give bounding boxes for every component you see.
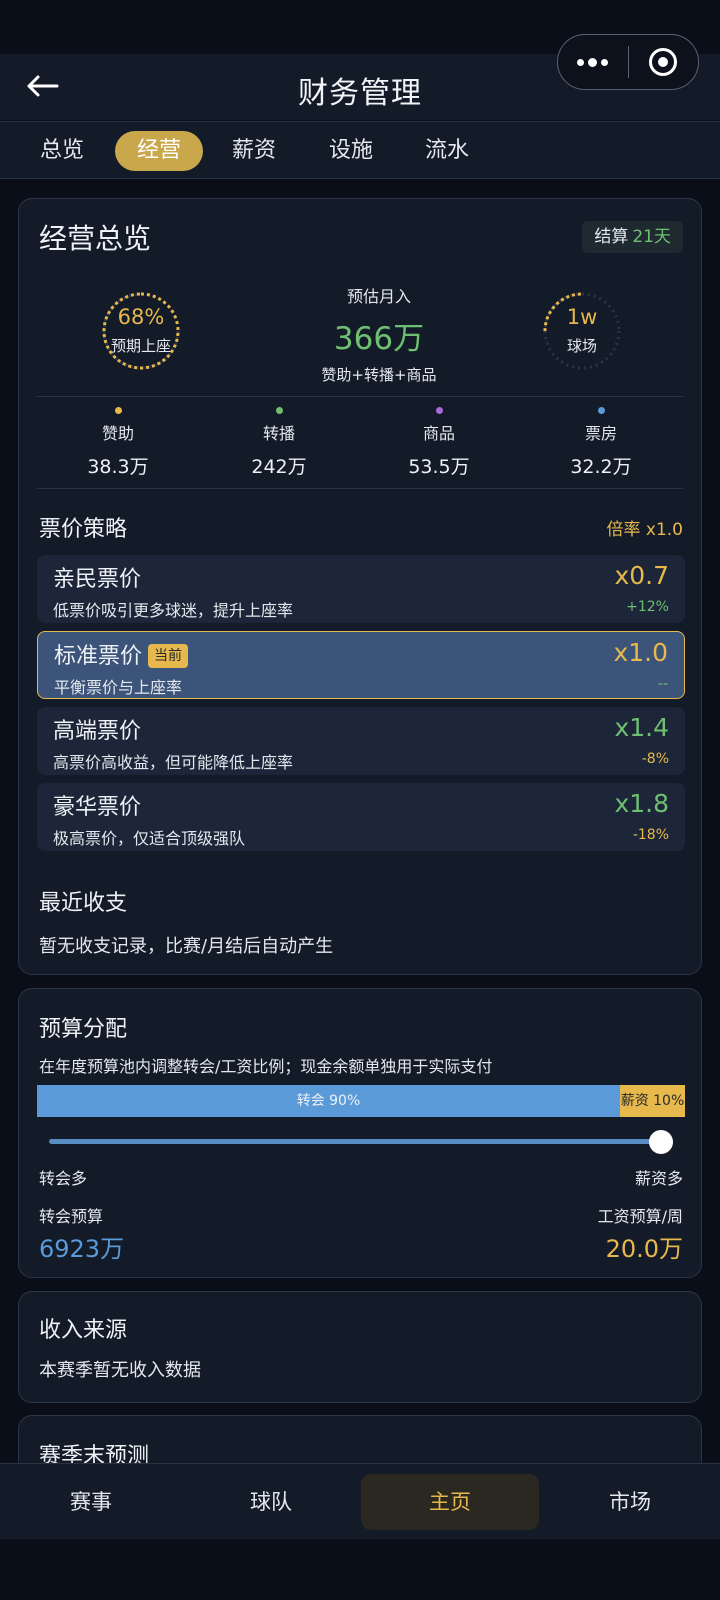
option-desc: 极高票价，仅适合顶级强队 (53, 829, 246, 848)
income-label: 预估月入 (346, 287, 411, 306)
target-icon (649, 48, 678, 76)
source-name: 赞助 (101, 424, 134, 443)
option-multiplier: x1.4 (614, 713, 669, 742)
tab-cashflow[interactable]: 流水 (425, 131, 469, 171)
source-value: 242万 (251, 456, 307, 478)
tab-facilities[interactable]: 设施 (329, 131, 373, 171)
option-desc: 低票价吸引更多球迷，提升上座率 (53, 601, 294, 620)
attendance-label: 预期上座 (110, 337, 171, 355)
slider-thumb[interactable] (649, 1130, 673, 1154)
bottom-nav: 赛事 球队 主页 市场 (0, 1463, 720, 1539)
salary-bar: 薪资 10% (620, 1085, 685, 1117)
more-dot (588, 57, 598, 67)
transfer-budget-value: 6923万 (39, 1235, 125, 1263)
nav-home[interactable]: 主页 (361, 1474, 539, 1530)
miniprogram-capsule (557, 34, 699, 90)
nav-team[interactable]: 球队 (182, 1474, 360, 1530)
budget-slider[interactable] (49, 1130, 673, 1154)
divider (37, 488, 683, 489)
settle-label: 结算 (594, 227, 629, 247)
ticket-option-standard[interactable]: 标准票价 当前 平衡票价与上座率 x1.0 -- (37, 631, 685, 699)
option-multiplier: x0.7 (614, 561, 669, 590)
transfer-bar: 转会 90% (37, 1085, 620, 1117)
source-name: 转播 (262, 424, 295, 443)
multiplier-label: 倍率 x1.0 (606, 520, 684, 540)
attendance-value: 68% (117, 305, 165, 329)
slider-left-label: 转会多 (39, 1169, 88, 1188)
home-indicator (0, 1539, 720, 1600)
income-sources-empty: 本赛季暂无收入数据 (39, 1360, 201, 1381)
slider-right-label: 薪资多 (634, 1169, 683, 1188)
option-delta: -8% (641, 751, 669, 767)
sponsor-dot-icon (114, 407, 122, 414)
option-delta: -18% (632, 827, 669, 843)
source-value: 38.3万 (87, 456, 149, 478)
stadium-gauge: 1w 球场 (540, 289, 624, 373)
income-value: 366万 (333, 321, 425, 357)
salary-budget-label: 工资预算/周 (597, 1207, 683, 1226)
more-dot (601, 58, 609, 66)
recent-title: 最近收支 (39, 891, 128, 916)
more-button[interactable] (558, 35, 628, 89)
ticket-option-luxury[interactable]: 豪华票价 极高票价，仅适合顶级强队 x1.8 -18% (37, 783, 685, 851)
recent-empty: 暂无收支记录，比赛/月结后自动产生 (39, 936, 334, 957)
ticket-option-budget[interactable]: 亲民票价 低票价吸引更多球迷，提升上座率 x0.7 +12% (37, 555, 685, 623)
source-name: 商品 (422, 424, 455, 443)
option-multiplier: x1.0 (613, 638, 668, 667)
tab-bar: 总览 经营 薪资 设施 流水 (0, 121, 720, 179)
divider (37, 396, 683, 397)
settle-days: 21天 (632, 227, 671, 247)
source-name: 票房 (584, 424, 617, 443)
broadcast-dot-icon (275, 407, 283, 414)
ticket-strategy-title: 票价策略 (39, 517, 128, 542)
operations-card: 经营总览 结算 21天 68% 预期上座 预估月入 366万 赞助+转播+商品 1… (18, 198, 702, 975)
transfer-budget-label: 转会预算 (39, 1207, 104, 1226)
option-delta: +12% (626, 599, 669, 615)
tab-operations[interactable]: 经营 (115, 131, 203, 171)
income-sub: 赞助+转播+商品 (321, 366, 437, 384)
close-miniprogram-button[interactable] (629, 35, 699, 89)
current-badge: 当前 (148, 644, 189, 668)
merchandise-dot-icon (435, 407, 443, 414)
slider-track (49, 1139, 673, 1144)
monthly-income: 预估月入 366万 赞助+转播+商品 (249, 283, 509, 385)
option-desc: 高票价高收益，但可能降低上座率 (53, 753, 294, 772)
budget-card: 预算分配 在年度预算池内调整转会/工资比例；现金余额单独用于实际支付 转会 90… (18, 988, 702, 1278)
source-sponsor: 赞助 38.3万 (48, 407, 188, 479)
settle-badge: 结算 21天 (582, 221, 683, 253)
attendance-gauge: 68% 预期上座 (99, 289, 183, 373)
source-ticket: 票房 32.2万 (531, 407, 671, 479)
ticket-dot-icon (597, 407, 605, 414)
budget-bar: 转会 90% 薪资 10% (37, 1085, 685, 1117)
salary-budget-value: 20.0万 (605, 1235, 683, 1263)
source-broadcast: 转播 242万 (209, 407, 349, 479)
source-merchandise: 商品 53.5万 (369, 407, 509, 479)
option-name: 标准票价 (54, 644, 143, 669)
budget-desc: 在年度预算池内调整转会/工资比例；现金余额单独用于实际支付 (39, 1057, 493, 1076)
stadium-label: 球场 (566, 337, 597, 355)
option-delta: -- (657, 676, 668, 692)
stadium-ring (543, 292, 621, 370)
tab-overview[interactable]: 总览 (40, 131, 84, 171)
income-sources-title: 收入来源 (39, 1318, 128, 1343)
option-name: 豪华票价 (53, 795, 142, 820)
income-sources-card: 收入来源 本赛季暂无收入数据 (18, 1291, 702, 1403)
source-value: 53.5万 (408, 456, 470, 478)
nav-market[interactable]: 市场 (541, 1474, 719, 1530)
ticket-option-premium[interactable]: 高端票价 高票价高收益，但可能降低上座率 x1.4 -8% (37, 707, 685, 775)
stadium-value: 1w (566, 305, 598, 329)
option-name: 高端票价 (53, 719, 142, 744)
option-name: 亲民票价 (53, 567, 142, 592)
source-value: 32.2万 (570, 456, 632, 478)
budget-title: 预算分配 (39, 1017, 128, 1042)
overview-title: 经营总览 (39, 222, 152, 255)
option-multiplier: x1.8 (614, 789, 669, 818)
option-desc: 平衡票价与上座率 (54, 678, 183, 697)
tab-salary[interactable]: 薪资 (232, 131, 276, 171)
more-dots-icon (577, 58, 585, 66)
nav-matches[interactable]: 赛事 (2, 1474, 180, 1530)
attendance-ring (102, 292, 180, 370)
